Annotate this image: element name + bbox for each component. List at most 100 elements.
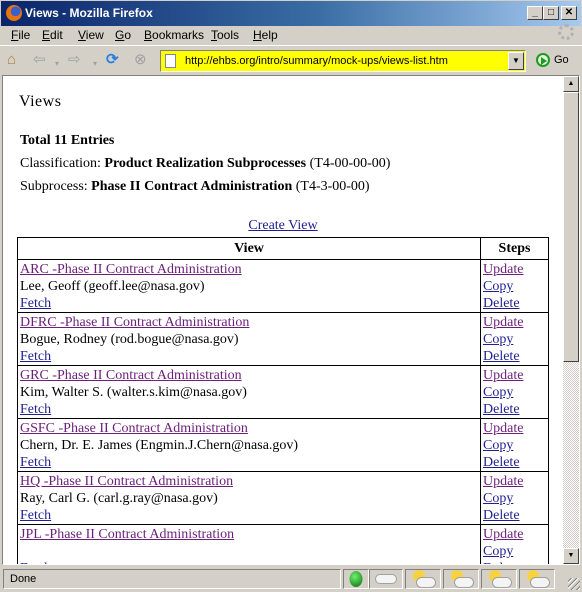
update-link[interactable]: Update (483, 315, 523, 330)
minimize-button[interactable]: _ (527, 6, 543, 20)
back-icon[interactable]: ⇦ (33, 52, 46, 68)
subprocess-line: Subprocess: Phase II Contract Administra… (20, 179, 370, 195)
column-header-steps: Steps (480, 237, 549, 260)
close-button[interactable]: ✕ (561, 6, 577, 20)
stop-icon[interactable]: ⊗ (134, 52, 147, 68)
navigation-toolbar: ⌂ ⇦ ▾ ⇨ ▾ ⟳ ⊗ http://ehbs.org/intro/summ… (0, 45, 582, 75)
menu-go[interactable]: Go (115, 28, 131, 42)
delete-link[interactable]: Delete (483, 508, 520, 523)
fetch-link[interactable]: Fetch (20, 296, 51, 311)
update-link[interactable]: Update (483, 474, 523, 489)
menu-file[interactable]: File (11, 28, 30, 42)
sun-cloud-icon (487, 570, 512, 588)
menu-bookmarks[interactable]: Bookmarks (144, 28, 204, 42)
view-title-link[interactable]: GSFC -Phase II Contract Administration (20, 421, 248, 436)
view-title-link[interactable]: DFRC -Phase II Contract Administration (20, 315, 249, 330)
views-table: View Steps ARC -Phase II Contract Admini… (17, 237, 549, 564)
view-owner: Bogue, Rodney (rod.bogue@nasa.gov) (20, 332, 239, 347)
table-row: JPL -Phase II Contract Administration Fet… (17, 524, 549, 564)
view-cell: JPL -Phase II Contract Administration Fet… (17, 524, 481, 564)
classification-code: (T4-00-00-00) (306, 156, 391, 171)
scroll-up-button[interactable]: ▲ (563, 76, 579, 92)
table-row: ARC -Phase II Contract Administration Lee… (17, 259, 549, 313)
scrollbar-thumb[interactable] (563, 92, 579, 362)
update-link[interactable]: Update (483, 527, 523, 542)
fetch-link[interactable]: Fetch (20, 561, 51, 564)
classification-line: Classification: Product Realization Subp… (20, 156, 390, 172)
url-input[interactable]: http://ehbs.org/intro/summary/mock-ups/v… (185, 55, 448, 67)
fetch-link[interactable]: Fetch (20, 402, 51, 417)
column-header-view: View (17, 237, 481, 260)
status-cell (443, 569, 479, 589)
delete-link[interactable]: Delete (483, 561, 520, 564)
view-cell: ARC -Phase II Contract Administration Lee… (17, 259, 481, 313)
menu-edit[interactable]: Edit (42, 28, 63, 42)
vertical-scrollbar[interactable]: ▲ ▼ (563, 76, 579, 564)
table-row: DFRC -Phase II Contract Administration Bo… (17, 312, 549, 366)
delete-link[interactable]: Delete (483, 296, 520, 311)
table-row: GRC -Phase II Contract Administration Kim… (17, 365, 549, 419)
forward-icon[interactable]: ⇨ (68, 52, 81, 68)
view-owner: Chern, Dr. E. James (Engmin.J.Chern@nasa… (20, 438, 299, 453)
copy-link[interactable]: Copy (483, 332, 513, 347)
create-view-container: Create View (3, 218, 563, 234)
copy-link[interactable]: Copy (483, 279, 513, 294)
cloud-icon (375, 574, 397, 584)
web-page: Views Total 11 Entries Classification: P… (3, 76, 563, 564)
view-title-link[interactable]: HQ -Phase II Contract Administration (20, 474, 233, 489)
view-owner: Ray, Carl G. (carl.g.ray@nasa.gov) (20, 491, 218, 506)
url-bar[interactable]: http://ehbs.org/intro/summary/mock-ups/v… (160, 50, 526, 72)
menu-bar: File Edit View Go Bookmarks Tools Help (0, 26, 582, 45)
go-button[interactable]: Go (536, 53, 569, 67)
reload-icon[interactable]: ⟳ (106, 52, 119, 68)
subprocess-value: Phase II Contract Administration (91, 179, 293, 194)
firefox-icon (6, 5, 22, 21)
subprocess-label: Subprocess: (20, 179, 92, 194)
delete-link[interactable]: Delete (483, 402, 520, 417)
throbber-icon (558, 24, 574, 40)
maximize-button[interactable]: □ (543, 6, 559, 20)
resize-grip[interactable] (568, 578, 580, 590)
fetch-link[interactable]: Fetch (20, 508, 51, 523)
copy-link[interactable]: Copy (483, 491, 513, 506)
status-cell (405, 569, 441, 589)
status-bar: Done (0, 566, 582, 592)
sun-cloud-icon (411, 570, 436, 588)
copy-link[interactable]: Copy (483, 385, 513, 400)
status-text: Done (3, 569, 341, 589)
url-dropdown-button[interactable]: ▼ (508, 52, 524, 70)
status-cell (343, 569, 369, 589)
table-row: GSFC -Phase II Contract Administration Ch… (17, 418, 549, 472)
delete-link[interactable]: Delete (483, 349, 520, 364)
status-cell (519, 569, 555, 589)
copy-link[interactable]: Copy (483, 438, 513, 453)
classification-value: Product Realization Subprocesses (104, 156, 307, 171)
forward-dropdown-icon[interactable]: ▾ (93, 56, 97, 72)
sun-cloud-icon (525, 570, 550, 588)
update-link[interactable]: Update (483, 421, 523, 436)
view-cell: HQ -Phase II Contract Administration Ray,… (17, 471, 481, 525)
total-entries: Total 11 Entries (20, 133, 115, 148)
table-row: HQ -Phase II Contract Administration Ray,… (17, 471, 549, 525)
window-title: Views - Mozilla Firefox (25, 6, 153, 20)
view-title-link[interactable]: JPL -Phase II Contract Administration (20, 527, 234, 542)
menu-help[interactable]: Help (253, 28, 278, 42)
status-cell (369, 569, 403, 589)
view-title-link[interactable]: ARC -Phase II Contract Administration (20, 262, 242, 277)
view-title-link[interactable]: GRC -Phase II Contract Administration (20, 368, 242, 383)
delete-link[interactable]: Delete (483, 455, 520, 470)
create-view-link[interactable]: Create View (248, 218, 317, 233)
home-icon[interactable]: ⌂ (7, 52, 16, 68)
update-link[interactable]: Update (483, 262, 523, 277)
scroll-down-button[interactable]: ▼ (563, 548, 579, 564)
update-link[interactable]: Update (483, 368, 523, 383)
copy-link[interactable]: Copy (483, 544, 513, 559)
sun-cloud-icon (449, 570, 474, 588)
menu-view[interactable]: View (78, 28, 104, 42)
status-cell (481, 569, 517, 589)
menu-tools[interactable]: Tools (211, 28, 239, 42)
view-cell: GSFC -Phase II Contract Administration Ch… (17, 418, 481, 472)
fetch-link[interactable]: Fetch (20, 349, 51, 364)
back-dropdown-icon[interactable]: ▾ (55, 56, 59, 72)
fetch-link[interactable]: Fetch (20, 455, 51, 470)
